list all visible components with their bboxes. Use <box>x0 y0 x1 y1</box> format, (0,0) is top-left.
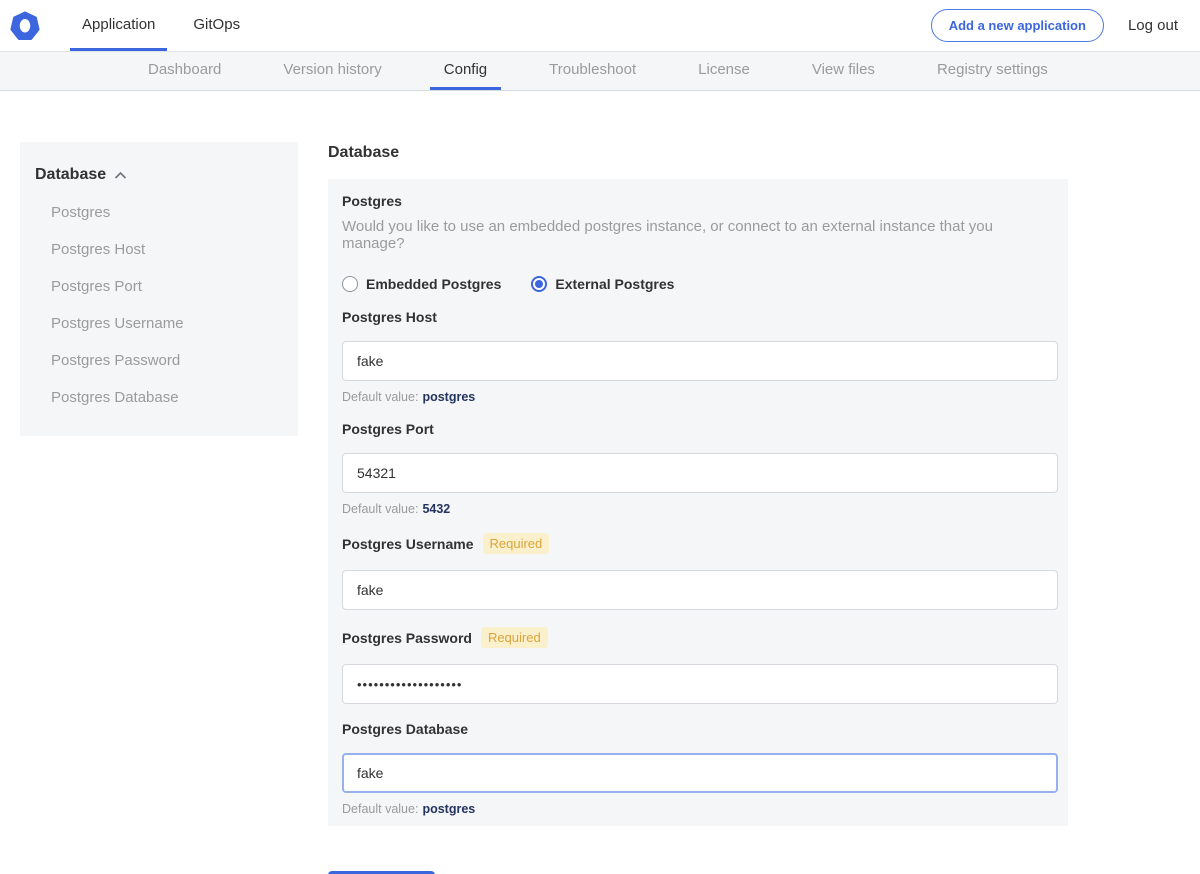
field-postgres-host: Postgres Host Default value: postgres <box>342 309 1054 404</box>
sidebar-item-postgres-username[interactable]: Postgres Username <box>35 315 280 332</box>
subnav-dashboard[interactable]: Dashboard <box>134 52 235 90</box>
sidebar-item-postgres-host[interactable]: Postgres Host <box>35 241 280 258</box>
config-section-title: Database <box>328 144 1068 162</box>
field-label: Postgres Database <box>342 721 468 737</box>
radio-circle-icon <box>342 276 358 292</box>
header-spacer <box>252 0 931 51</box>
field-label: Postgres Username <box>342 536 474 552</box>
primary-tabs: Application GitOps <box>70 0 252 51</box>
field-postgres-database: Postgres Database Default value: postgres <box>342 721 1054 816</box>
field-label: Postgres Host <box>342 309 437 325</box>
field-label: Postgres Password <box>342 630 472 646</box>
config-sidebar: Database Postgres Postgres Host Postgres… <box>20 142 298 436</box>
chevron-up-icon <box>114 171 127 180</box>
kots-logo-icon <box>10 11 40 41</box>
postgres-mode-radio-group: Embedded Postgres External Postgres <box>342 276 1054 292</box>
sidebar-group-label: Database <box>35 166 106 184</box>
default-value-line: Default value: postgres <box>342 802 1054 816</box>
required-badge: Required <box>481 627 548 648</box>
field-postgres-port: Postgres Port Default value: 5432 <box>342 421 1054 516</box>
default-value: postgres <box>422 390 475 404</box>
top-header: Application GitOps Add a new application… <box>0 0 1200 52</box>
logout-link[interactable]: Log out <box>1128 17 1178 34</box>
radio-embedded-postgres[interactable]: Embedded Postgres <box>342 276 501 292</box>
sidebar-group-database[interactable]: Database <box>35 166 280 184</box>
sidebar-item-postgres[interactable]: Postgres <box>35 204 280 221</box>
app-logo[interactable] <box>10 0 40 51</box>
default-value: postgres <box>422 802 475 816</box>
radio-embedded-label: Embedded Postgres <box>366 276 501 292</box>
default-label: Default value: <box>342 802 418 816</box>
postgres-username-input[interactable] <box>342 570 1058 610</box>
default-label: Default value: <box>342 390 418 404</box>
sidebar-item-postgres-database[interactable]: Postgres Database <box>35 389 280 406</box>
default-label: Default value: <box>342 502 418 516</box>
config-main: Database Postgres Would you like to use … <box>328 142 1068 874</box>
app-subnav: Dashboard Version history Config Trouble… <box>0 52 1200 91</box>
subnav-license[interactable]: License <box>684 52 764 90</box>
postgres-port-input[interactable] <box>342 453 1058 493</box>
radio-circle-icon <box>531 276 547 292</box>
field-postgres-password: Postgres Password Required <box>342 627 1054 704</box>
required-badge: Required <box>483 533 550 554</box>
tab-application-label: Application <box>82 16 155 33</box>
default-value: 5432 <box>422 502 450 516</box>
group-help-text: Would you like to use an embedded postgr… <box>342 218 1054 252</box>
sidebar-item-postgres-port[interactable]: Postgres Port <box>35 278 280 295</box>
tab-gitops-label: GitOps <box>193 16 240 33</box>
subnav-config[interactable]: Config <box>430 52 501 90</box>
postgres-password-input[interactable] <box>342 664 1058 704</box>
default-value-line: Default value: 5432 <box>342 502 1054 516</box>
sidebar-item-postgres-password[interactable]: Postgres Password <box>35 352 280 369</box>
subnav-troubleshoot[interactable]: Troubleshoot <box>535 52 650 90</box>
radio-external-label: External Postgres <box>555 276 674 292</box>
field-postgres-username: Postgres Username Required <box>342 533 1054 610</box>
subnav-view-files[interactable]: View files <box>798 52 889 90</box>
add-new-application-button[interactable]: Add a new application <box>931 9 1104 42</box>
tab-gitops[interactable]: GitOps <box>181 0 252 51</box>
default-value-line: Default value: postgres <box>342 390 1054 404</box>
tab-application[interactable]: Application <box>70 0 167 51</box>
subnav-version-history[interactable]: Version history <box>269 52 395 90</box>
content-area: Database Postgres Postgres Host Postgres… <box>0 91 1200 874</box>
config-group-card: Postgres Would you like to use an embedd… <box>328 179 1068 826</box>
field-label: Postgres Port <box>342 421 434 437</box>
postgres-host-input[interactable] <box>342 341 1058 381</box>
postgres-database-input[interactable] <box>342 753 1058 793</box>
radio-external-postgres[interactable]: External Postgres <box>531 276 674 292</box>
group-label-postgres: Postgres <box>342 193 1054 209</box>
subnav-registry-settings[interactable]: Registry settings <box>923 52 1062 90</box>
